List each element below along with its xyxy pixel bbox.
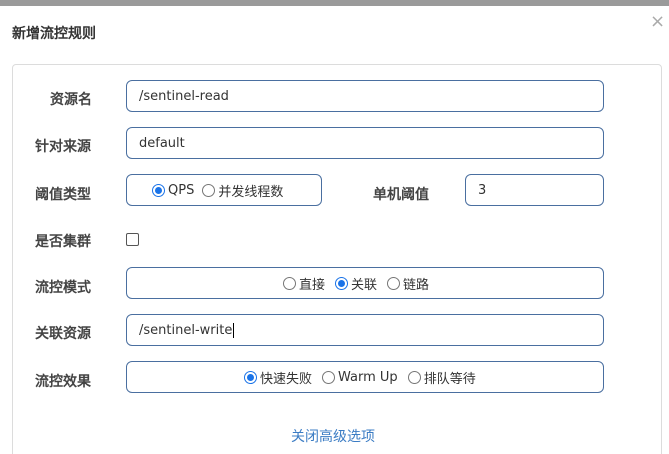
limit-app-value: default <box>139 135 185 151</box>
single-threshold-input[interactable]: 3 <box>465 174 604 206</box>
radio-chain[interactable] <box>387 276 401 290</box>
form-panel <box>12 64 662 454</box>
radio-qps[interactable] <box>152 183 165 197</box>
radio-warm-up[interactable] <box>322 370 336 384</box>
flow-mode-direct-label: 直接 <box>299 277 326 293</box>
ref-resource-input[interactable]: /sentinel-write <box>126 314 604 346</box>
ref-resource-label: 关联资源 <box>35 326 91 342</box>
flow-mode-label: 流控模式 <box>35 280 91 296</box>
radio-fast-fail[interactable] <box>244 370 257 384</box>
threshold-type-thread[interactable]: 并发线程数 <box>202 181 283 200</box>
control-behavior-label: 流控效果 <box>35 374 91 390</box>
radio-relate[interactable] <box>335 276 349 290</box>
close-advanced-link[interactable]: 关闭高级选项 <box>291 426 375 446</box>
threshold-type-qps-label: QPS <box>168 182 195 198</box>
behavior-queue[interactable]: 排队等待 <box>407 368 476 387</box>
resource-name-label: 资源名 <box>50 92 92 108</box>
behavior-fast-fail[interactable]: 快速失败 <box>244 368 312 387</box>
control-behavior-group: 快速失败 Warm Up 排队等待 <box>126 361 604 393</box>
cluster-label: 是否集群 <box>35 234 91 250</box>
cluster-checkbox[interactable] <box>126 233 139 246</box>
radio-thread[interactable] <box>202 183 216 197</box>
resource-name-input[interactable]: /sentinel-read <box>126 80 604 112</box>
flow-mode-direct[interactable]: 直接 <box>283 274 325 293</box>
threshold-type-thread-label: 并发线程数 <box>218 184 284 200</box>
behavior-queue-label: 排队等待 <box>423 371 476 387</box>
resource-name-value: /sentinel-read <box>139 88 229 104</box>
ref-resource-value: /sentinel-write <box>139 322 233 338</box>
flow-mode-relate[interactable]: 关联 <box>335 274 377 293</box>
single-threshold-value: 3 <box>478 182 487 198</box>
flow-mode-chain-label: 链路 <box>403 277 430 293</box>
behavior-warm-up[interactable]: Warm Up <box>322 370 398 385</box>
radio-direct[interactable] <box>283 276 296 290</box>
text-caret <box>233 322 235 338</box>
flow-mode-relate-label: 关联 <box>351 277 378 293</box>
flow-mode-chain[interactable]: 链路 <box>387 274 429 293</box>
limit-app-label: 针对来源 <box>35 139 91 155</box>
behavior-fast-fail-label: 快速失败 <box>260 371 313 387</box>
threshold-type-label: 阈值类型 <box>35 187 91 203</box>
threshold-type-group: QPS 并发线程数 <box>126 174 322 206</box>
flow-mode-group: 直接 关联 链路 <box>126 267 604 299</box>
top-bar <box>0 0 669 6</box>
single-threshold-label: 单机阈值 <box>373 187 429 203</box>
close-icon[interactable]: × <box>650 12 666 32</box>
dialog-title: 新增流控规则 <box>12 26 96 42</box>
limit-app-input[interactable]: default <box>126 127 604 159</box>
threshold-type-qps[interactable]: QPS <box>152 183 194 198</box>
behavior-warm-up-label: Warm Up <box>338 369 398 385</box>
radio-queue[interactable] <box>407 370 421 384</box>
